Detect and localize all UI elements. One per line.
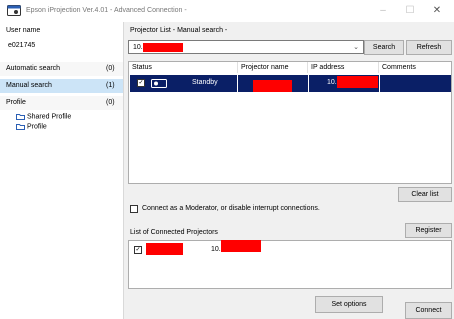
search-address-combo[interactable]: 10. ⌄ [128, 40, 364, 54]
tree-item-label: Profile [26, 123, 47, 131]
connected-ip-address: 10. [211, 246, 221, 253]
close-button[interactable]: ✕ [429, 4, 445, 18]
search-button[interactable]: Search [364, 40, 404, 55]
projector-table: Status Projector name IP address Comment… [128, 61, 452, 184]
set-options-button[interactable]: Set options [315, 296, 383, 313]
refresh-button[interactable]: Refresh [406, 40, 452, 55]
sidebar-item-label: Manual search [6, 82, 52, 89]
title-bar: Epson iProjection Ver.4.01 - Advanced Co… [0, 0, 454, 22]
projector-list-title: Projector List - Manual search - [130, 27, 228, 34]
moderator-checkbox[interactable] [130, 205, 138, 213]
redaction [143, 43, 183, 52]
sidebar-item-profile[interactable]: Profile (0) [0, 96, 123, 110]
list-item[interactable]: ✓ 10. [132, 240, 450, 255]
sidebar-item-manual-search[interactable]: Manual search (1) [0, 79, 123, 93]
window-title: Epson iProjection Ver.4.01 - Advanced Co… [26, 7, 187, 14]
chevron-down-icon[interactable]: ⌄ [353, 43, 359, 51]
connected-projectors-title: List of Connected Projectors [130, 229, 218, 236]
row-checkbox[interactable]: ✓ [137, 79, 145, 87]
maximize-button[interactable]: ☐ [402, 4, 418, 18]
tree-item-label: Shared Profile [26, 113, 72, 121]
folder-icon [16, 114, 25, 120]
sidebar-item-count: (1) [106, 82, 115, 89]
row-status: Standby [192, 79, 218, 86]
user-name-value: e021745 [8, 42, 36, 49]
tree-item-shared-profile[interactable]: Shared Profile [16, 113, 71, 120]
projector-app-icon [7, 5, 21, 16]
column-header-comments[interactable]: Comments [379, 62, 451, 73]
column-header-ip-address[interactable]: IP address [308, 62, 379, 73]
connected-projectors-list: ✓ 10. [128, 240, 452, 289]
sidebar-item-count: (0) [106, 65, 115, 72]
column-divider [237, 75, 238, 92]
folder-open-icon [16, 124, 25, 130]
column-divider [379, 75, 380, 92]
user-name-field[interactable]: e021745 [6, 40, 118, 52]
moderator-label: Connect as a Moderator, or disable inter… [142, 205, 320, 212]
connect-button[interactable]: Connect [405, 302, 452, 319]
column-header-projector-name[interactable]: Projector name [238, 62, 308, 73]
table-row[interactable]: ✓ Standby 10. [130, 75, 451, 92]
row-ip-address: 10. [327, 79, 337, 86]
redaction [253, 80, 292, 92]
tree-item-profile[interactable]: Profile [16, 123, 47, 130]
sidebar-item-count: (0) [106, 99, 115, 106]
redaction [221, 240, 261, 252]
minimize-button[interactable]: – [375, 4, 391, 18]
clear-list-button[interactable]: Clear list [398, 187, 452, 202]
redaction [146, 243, 183, 255]
sidebar-item-automatic-search[interactable]: Automatic search (0) [0, 62, 123, 76]
connected-checkbox[interactable]: ✓ [134, 246, 142, 254]
user-name-label: User name [6, 27, 41, 34]
register-button[interactable]: Register [405, 223, 452, 238]
search-address-value: 10. [133, 44, 143, 51]
sidebar-item-label: Automatic search [6, 65, 61, 72]
projector-icon [151, 79, 167, 90]
column-divider [308, 75, 309, 92]
sidebar-item-label: Profile [6, 99, 26, 106]
redaction [337, 76, 378, 88]
column-header-status[interactable]: Status [129, 62, 238, 73]
